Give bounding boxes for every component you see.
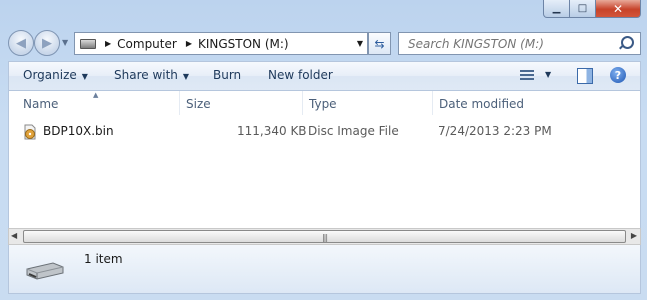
view-options-dropdown-icon[interactable]: ▼ [545, 70, 551, 79]
help-icon[interactable]: ? [610, 67, 626, 83]
back-button[interactable]: ◀ [8, 30, 34, 56]
organize-button[interactable]: Organize ▼ [23, 68, 88, 82]
scroll-left-icon[interactable]: ◀ [11, 231, 17, 240]
file-list[interactable]: Name ▲ Size Type Date modified BDP10X.bi… [8, 91, 641, 241]
file-name[interactable]: BDP10X.bin [43, 124, 114, 138]
breadcrumb-separator-icon[interactable]: ▶ [105, 39, 111, 48]
disc-image-file-icon [24, 124, 36, 140]
column-header-row: Name ▲ Size Type Date modified [9, 91, 640, 115]
grip-icon: ||| [321, 233, 328, 242]
breadcrumb-computer[interactable]: Computer [117, 37, 177, 51]
search-box[interactable] [398, 32, 641, 55]
file-type: Disc Image File [308, 124, 399, 138]
breadcrumb-separator-icon[interactable]: ▶ [186, 39, 192, 48]
column-date-modified[interactable]: Date modified [433, 91, 563, 115]
recent-pages-dropdown-icon[interactable]: ▼ [62, 38, 68, 47]
file-size: 111,340 KB [237, 124, 307, 138]
navigation-bar: ◀ ▶ ▼ ▶ Computer ▶ KINGSTON (M:) ▼ ⇆ [0, 28, 647, 58]
column-name[interactable]: Name [17, 91, 180, 115]
scrollbar-thumb[interactable]: ||| [23, 230, 626, 243]
file-row[interactable]: BDP10X.bin 111,340 KB Disc Image File 7/… [9, 122, 640, 142]
column-type[interactable]: Type [303, 91, 433, 115]
organize-label: Organize [23, 68, 77, 82]
address-dropdown-icon[interactable]: ▼ [357, 39, 363, 48]
command-bar: Organize ▼ Share with ▼ Burn New folder ▼ … [8, 61, 641, 91]
refresh-button[interactable]: ⇆ [368, 32, 391, 55]
maximize-button[interactable]: □ [570, 0, 596, 18]
breadcrumb-drive[interactable]: KINGSTON (M:) [198, 37, 289, 51]
change-view-icon[interactable] [520, 70, 534, 82]
chevron-down-icon: ▼ [182, 72, 190, 81]
scroll-right-icon[interactable]: ▶ [631, 231, 637, 240]
share-with-label: Share with [114, 68, 178, 82]
window-controls: ▁ □ ✕ [543, 0, 641, 18]
share-with-button[interactable]: Share with ▼ [114, 68, 189, 82]
search-icon[interactable] [621, 36, 634, 49]
chevron-down-icon: ▼ [81, 72, 88, 81]
search-input[interactable] [406, 35, 620, 52]
forward-button[interactable]: ▶ [34, 30, 60, 56]
details-pane: 1 item [8, 245, 641, 294]
new-folder-button[interactable]: New folder [268, 68, 333, 82]
minimize-button[interactable]: ▁ [543, 0, 570, 18]
burn-button[interactable]: Burn [213, 68, 241, 82]
drive-icon [80, 38, 96, 49]
horizontal-scrollbar[interactable]: ◀ ||| ▶ [8, 228, 641, 245]
forward-arrow-icon: ▶ [42, 35, 52, 51]
item-count: 1 item [84, 252, 123, 266]
preview-pane-icon[interactable] [577, 68, 593, 84]
column-size[interactable]: Size [180, 91, 303, 115]
close-button[interactable]: ✕ [596, 0, 641, 18]
sort-ascending-icon: ▲ [93, 91, 99, 99]
usb-drive-icon [26, 262, 64, 280]
back-arrow-icon: ◀ [16, 35, 26, 51]
address-bar[interactable]: ▶ Computer ▶ KINGSTON (M:) ▼ [74, 32, 368, 55]
file-date-modified: 7/24/2013 2:23 PM [438, 124, 552, 138]
refresh-icon: ⇆ [374, 36, 385, 51]
